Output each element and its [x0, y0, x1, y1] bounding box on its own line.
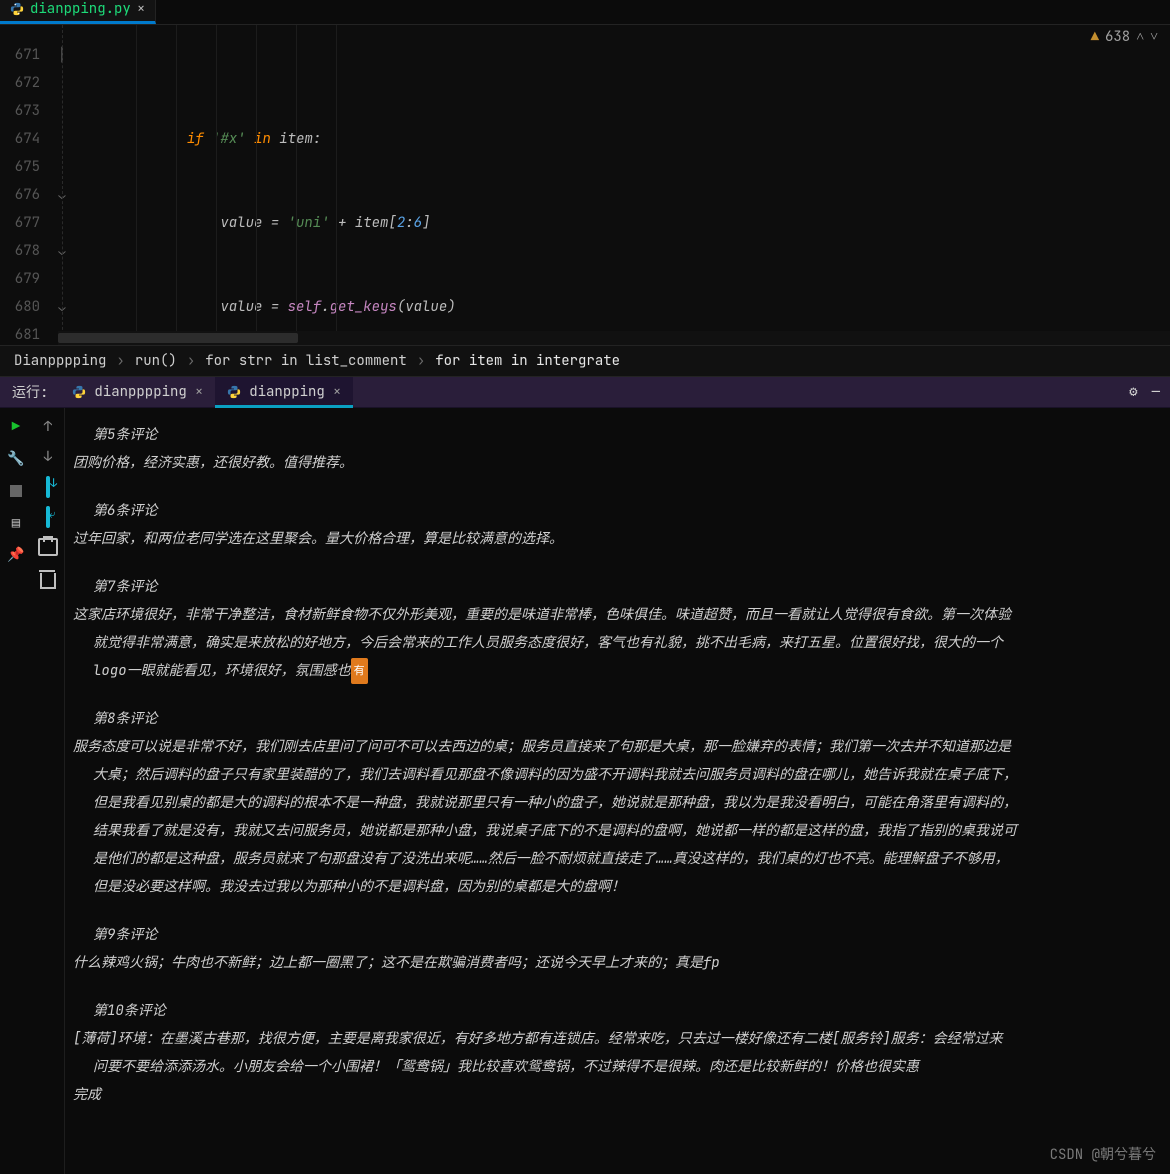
code-area[interactable]: if '#x' in item: value = 'uni' + item[2:… [76, 25, 1170, 345]
rerun-icon[interactable]: ▶ [7, 418, 25, 436]
run-toolwindow-header: 运行: dianpppping × dianpping × ⚙ — [0, 377, 1170, 408]
trash-icon[interactable] [40, 573, 56, 594]
console-line: logo一眼就能看见，环境很好，氛围感也有 [73, 658, 1156, 684]
breadcrumb[interactable]: Dianpppping › run() › for strr in list_c… [0, 346, 1170, 377]
gear-icon[interactable]: ⚙ [1129, 383, 1137, 401]
soft-wrap-icon[interactable] [46, 478, 50, 496]
console-line: 结果我看了就是没有，我就又去问服务员，她说都是那种小盘，我说桌子底下的不是调料的… [73, 818, 1156, 844]
console-line: 但是没必要这样啊。我没去过我以为那种小的不是调料盘，因为别的桌都是大的盘啊！ [73, 874, 1156, 900]
breadcrumb-item[interactable]: for item in intergrate [435, 352, 620, 370]
run-toolbar-left: ▶ 🔧 ▤ 📌 [0, 408, 32, 1174]
chevron-up-icon[interactable]: ˄ [1136, 28, 1144, 46]
console-line: 完成 [73, 1082, 1156, 1108]
console-line: 第10条评论 [73, 998, 1156, 1024]
run-label: 运行: [0, 377, 60, 407]
line-number-gutter: 671672673 674675676 677678679 680681 [0, 25, 48, 345]
run-tab-label: dianpping [249, 383, 325, 401]
breadcrumb-item[interactable]: run() [135, 352, 177, 370]
console-line: 第7条评论 [73, 574, 1156, 600]
close-icon[interactable]: × [333, 383, 341, 401]
inline-tag: 有 [351, 658, 368, 684]
horizontal-scrollbar[interactable] [58, 331, 1170, 345]
editor-tab-label: dianpping.py [30, 0, 131, 18]
editor-tab-dianpping[interactable]: dianpping.py × [0, 0, 156, 24]
minimize-icon[interactable]: — [1152, 383, 1160, 401]
close-icon[interactable]: × [195, 383, 203, 401]
scroll-to-end-icon[interactable] [46, 508, 50, 526]
warning-count: 638 [1105, 28, 1130, 46]
pin-icon[interactable]: 📌 [7, 546, 25, 564]
run-toolbar-secondary: ↑ ↓ [32, 408, 65, 1174]
code-editor[interactable]: 671672673 674675676 677678679 680681 │ ⌄… [0, 25, 1170, 346]
warning-icon: ▲ [1091, 28, 1099, 46]
stop-icon[interactable] [7, 482, 25, 500]
console-line: 第9条评论 [73, 922, 1156, 948]
breadcrumb-item[interactable]: Dianpppping [14, 352, 106, 370]
console-line: 但是我看见别桌的都是大的调料的根本不是一种盘，我就说那里只有一种小的盘子，她说就… [73, 790, 1156, 816]
console-line: 这家店环境很好，非常干净整洁，食材新鲜食物不仅外形美观，重要的是味道非常棒，色味… [73, 602, 1156, 628]
console-line: 大桌；然后调料的盘子只有家里装醋的了，我们去调料看见那盘不像调料的因为盛不开调料… [73, 762, 1156, 788]
console-output[interactable]: 第5条评论 团购价格，经济实惠，还很好教。值得推荐。 第6条评论 过年回家，和两… [65, 408, 1170, 1174]
arrow-down-icon[interactable]: ↓ [44, 448, 52, 466]
python-icon [72, 385, 86, 399]
chevron-down-icon[interactable]: ˅ [1150, 28, 1158, 46]
chevron-right-icon: › [187, 352, 195, 370]
console-line: 服务态度可以说是非常不好，我们刚去店里问了问可不可以去西边的桌；服务员直接来了句… [73, 734, 1156, 760]
chevron-right-icon: › [417, 352, 425, 370]
console-line: [薄荷]环境：在墨溪古巷那，找很方便，主要是离我家很近，有好多地方都有连锁店。经… [73, 1026, 1156, 1052]
console-line: 团购价格，经济实惠，还很好教。值得推荐。 [73, 450, 1156, 476]
console-line: 第8条评论 [73, 706, 1156, 732]
close-icon[interactable]: × [137, 0, 145, 18]
python-icon [10, 2, 24, 16]
console-line: 就觉得非常满意，确实是来放松的好地方，今后会常来的工作人员服务态度很好，客气也有… [73, 630, 1156, 656]
chevron-right-icon: › [116, 352, 124, 370]
editor-tab-bar: dianpping.py × [0, 0, 1170, 25]
run-toolwindow: ▶ 🔧 ▤ 📌 ↑ ↓ 第5条评论 团购价格，经济实惠，还很好教。值得推荐。 第… [0, 408, 1170, 1174]
python-icon [227, 385, 241, 399]
watermark: CSDN @朝兮暮兮 [1050, 1144, 1156, 1164]
wrench-icon[interactable]: 🔧 [7, 450, 25, 468]
console-line: 第5条评论 [73, 422, 1156, 448]
folding-gutter[interactable]: │ ⌄ ⌄ ⌄ [48, 25, 76, 345]
console-line: 是他们的都是这种盘，服务员就来了句那盘没有了没洗出来呢……然后一脸不耐烦就直接走… [73, 846, 1156, 872]
inspection-summary[interactable]: ▲ 638 ˄ ˅ [1091, 28, 1158, 46]
arrow-up-icon[interactable]: ↑ [44, 418, 52, 436]
breadcrumb-item[interactable]: for strr in list_comment [205, 352, 407, 370]
run-tab-dianpping[interactable]: dianpping × [215, 377, 353, 407]
run-tab-dianpppping[interactable]: dianpppping × [60, 377, 215, 407]
run-tab-label: dianpppping [94, 383, 186, 401]
console-line: 过年回家，和两位老同学选在这里聚会。量大价格合理，算是比较满意的选择。 [73, 526, 1156, 552]
console-line: 什么辣鸡火锅；牛肉也不新鲜；边上都一圈黑了；这不是在欺骗消费者吗；还说今天早上才… [73, 950, 1156, 976]
layout-icon[interactable]: ▤ [7, 514, 25, 532]
console-line: 问要不要给添添汤水。小朋友会给一个小围裙！「鸳鸯锅」我比较喜欢鸳鸯锅，不过辣得不… [73, 1054, 1156, 1080]
console-line: 第6条评论 [73, 498, 1156, 524]
print-icon[interactable] [38, 538, 58, 561]
